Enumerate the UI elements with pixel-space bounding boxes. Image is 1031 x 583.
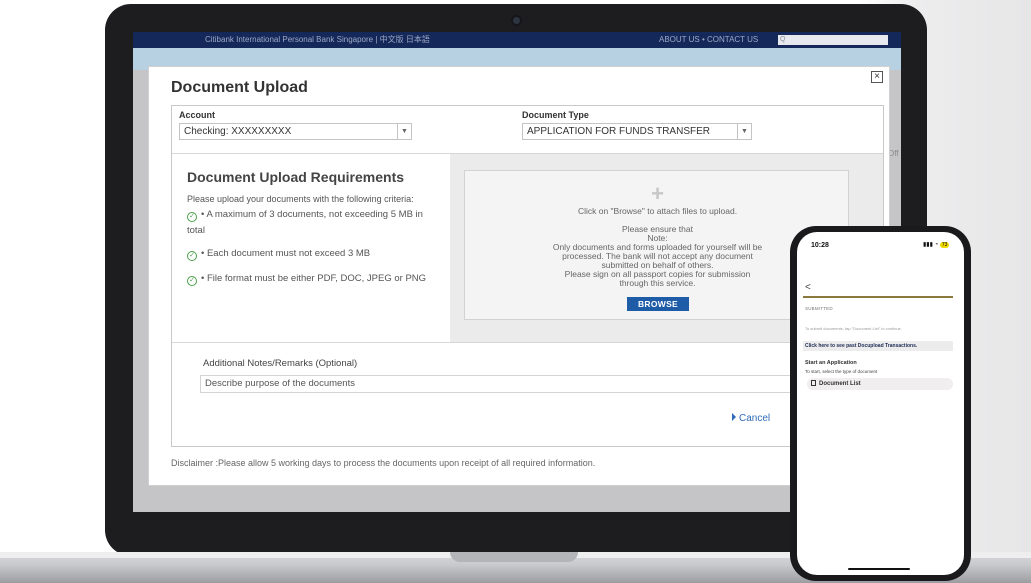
- cancel-link[interactable]: Cancel: [732, 413, 770, 424]
- wifi-icon: ◔: [934, 242, 939, 248]
- requirement-text: • File format must be either PDF, DOC, J…: [201, 273, 427, 284]
- upload-instruction: Click on "Browse" to attach files to upl…: [577, 206, 738, 216]
- browse-button[interactable]: BROWSE: [627, 297, 689, 311]
- header-rule: [803, 296, 953, 298]
- caret-right-icon: [732, 413, 736, 421]
- phone-time: 10:28: [811, 242, 829, 249]
- chevron-down-icon[interactable]: ▼: [737, 124, 751, 139]
- phone-sub-heading: SUBMITTED: [805, 306, 833, 311]
- disclaimer: Disclaimer :Please allow 5 working days …: [171, 458, 596, 468]
- requirements-intro: Please upload your documents with the fo…: [187, 194, 414, 204]
- account-label: Account: [179, 110, 215, 120]
- account-select-value: Checking: XXXXXXXXX: [184, 126, 292, 137]
- document-list-button[interactable]: Document List: [807, 378, 953, 390]
- site-topbar-about-contact[interactable]: ABOUT US • CONTACT US: [659, 32, 758, 48]
- site-search-input[interactable]: Q: [778, 35, 888, 45]
- home-indicator[interactable]: [848, 568, 910, 570]
- battery-icon: 73: [939, 242, 950, 248]
- phone-status-icons: ▮▮▮ ◔ 73: [923, 241, 950, 248]
- start-application-heading: Start an Application: [805, 360, 857, 366]
- phone-instruction: To submit documents, tap "Document List"…: [805, 326, 902, 331]
- requirement-item: ✓ • A maximum of 3 documents, not exceedi…: [187, 207, 437, 239]
- document-list-label: Document List: [819, 381, 861, 387]
- document-type-select-value: APPLICATION FOR FUNDS TRANSFER: [527, 126, 710, 137]
- requirement-text: • Each document must not exceed 3 MB: [201, 248, 371, 259]
- close-button[interactable]: ×: [871, 71, 883, 83]
- divider: [172, 342, 883, 343]
- camera-icon: [513, 17, 520, 24]
- document-type-label: Document Type: [522, 110, 589, 120]
- site-topbar-links[interactable]: Citibank International Personal Bank Sin…: [205, 32, 430, 48]
- document-type-select[interactable]: APPLICATION FOR FUNDS TRANSFER ▼: [522, 123, 752, 140]
- requirements-title: Document Upload Requirements: [187, 169, 405, 185]
- phone-screen: 10:28 ▮▮▮ ◔ 73 < SUBMITTED To submit doc…: [797, 232, 964, 575]
- laptop-notch: [450, 552, 578, 562]
- laptop-screen: Citibank International Personal Bank Sin…: [133, 32, 901, 512]
- notes-label: Additional Notes/Remarks (Optional): [203, 358, 358, 369]
- account-select[interactable]: Checking: XXXXXXXXX ▼: [179, 123, 412, 140]
- site-side-text: Off: [888, 149, 899, 158]
- back-button[interactable]: <: [805, 282, 811, 293]
- plus-icon: +: [651, 181, 664, 206]
- check-circle-icon: ✓: [187, 276, 197, 286]
- upload-form: Account Checking: XXXXXXXXX ▼ Document T…: [171, 105, 884, 447]
- chevron-down-icon[interactable]: ▼: [397, 124, 411, 139]
- document-icon: [811, 380, 816, 386]
- check-circle-icon: ✓: [187, 251, 197, 261]
- start-application-sub: To start, select the type of document: [805, 369, 878, 374]
- requirement-item: ✓ • File format must be either PDF, DOC, …: [187, 271, 437, 287]
- document-upload-modal: × Document Upload Account Checking: XXXX…: [149, 67, 889, 485]
- requirement-item: ✓ • Each document must not exceed 3 MB: [187, 246, 437, 262]
- cancel-label: Cancel: [739, 413, 771, 424]
- past-transactions-link[interactable]: Click here to see past Docupload Transac…: [803, 341, 953, 351]
- signal-icon: ▮▮▮: [923, 242, 933, 248]
- requirement-text: • A maximum of 3 documents, not exceedin…: [187, 209, 423, 236]
- notes-input[interactable]: Describe purpose of the documents: [200, 375, 850, 393]
- check-circle-icon: ✓: [187, 212, 197, 222]
- modal-title: Document Upload: [171, 79, 308, 96]
